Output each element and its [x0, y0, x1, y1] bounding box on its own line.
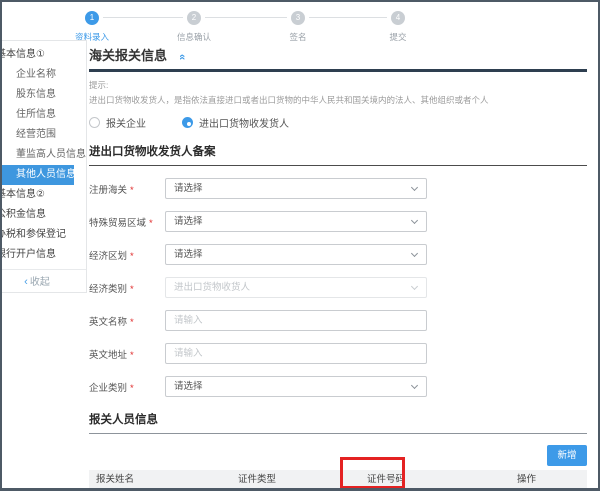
- radio-import-export-consignee[interactable]: 进出口货物收发货人: [182, 115, 289, 130]
- registered-customs-select[interactable]: 请选择: [165, 178, 427, 199]
- column-header-id-number: 证件号码: [367, 470, 405, 490]
- field-label: 英文地址: [89, 350, 127, 361]
- hint-label: 提示:: [89, 79, 587, 91]
- step-3-circle: 3: [291, 11, 305, 25]
- progress-stepper: 1 2 3 4 资料录入 信息确认 签名 提交: [2, 2, 598, 46]
- step-4-label: 提交: [358, 31, 438, 43]
- step-connector: [309, 17, 387, 18]
- radio-label: 报关企业: [106, 115, 146, 130]
- personnel-table-header: 报关姓名 证件类型 证件号码 操作: [89, 470, 587, 490]
- section-title-declaration-personnel: 报关人员信息: [89, 411, 587, 434]
- step-1-circle: 1: [85, 11, 99, 25]
- economic-zone-select[interactable]: 请选择: [165, 244, 427, 265]
- sidebar-item-business-scope[interactable]: 经营范围: [0, 125, 86, 145]
- chevron-down-icon: [411, 217, 418, 224]
- radio-unchecked-icon: [89, 117, 100, 128]
- main-content: 海关报关信息 « 提示: 进出口货物收发货人，是指依法直接进口或者出口货物的中华…: [89, 48, 587, 491]
- step-4-circle: 4: [391, 11, 405, 25]
- field-row-english-address: 英文地址*: [89, 343, 587, 364]
- required-asterisk: *: [130, 317, 134, 328]
- section-title-consignee-filing: 进出口货物收发货人备案: [89, 143, 587, 166]
- sidebar-item-address[interactable]: 住所信息: [0, 105, 86, 125]
- sidebar-nav: 基本信息① 企业名称 股东信息 住所信息 经营范围 董监高人员信息 其他人员信息…: [0, 40, 87, 293]
- radio-checked-icon: [182, 117, 193, 128]
- chevron-down-icon: [411, 184, 418, 191]
- field-label: 特殊贸易区域: [89, 218, 146, 229]
- step-connector: [205, 17, 287, 18]
- step-2-circle: 2: [187, 11, 201, 25]
- sidebar-item-other-personnel[interactable]: 其他人员信息: [0, 165, 74, 185]
- sidebar-collapse-label: 收起: [30, 277, 50, 288]
- field-label: 企业类别: [89, 383, 127, 394]
- sidebar-item-basic-info-1[interactable]: 基本信息①: [0, 45, 86, 65]
- enterprise-category-select[interactable]: 请选择: [165, 376, 427, 397]
- field-label: 英文名称: [89, 317, 127, 328]
- step-connector: [103, 17, 183, 18]
- column-header-declarant-name: 报关姓名: [96, 470, 134, 490]
- step-3-label: 签名: [258, 31, 338, 43]
- special-trade-zone-select[interactable]: 请选择: [165, 211, 427, 232]
- required-asterisk: *: [149, 218, 153, 229]
- radio-label: 进出口货物收发货人: [199, 115, 289, 130]
- field-label: 经济类别: [89, 284, 127, 295]
- chevron-left-icon: ‹: [24, 276, 28, 288]
- sidebar-item-housing-fund[interactable]: 公积金信息: [0, 205, 86, 225]
- required-asterisk: *: [130, 185, 134, 196]
- sidebar-item-executives[interactable]: 董监高人员信息: [0, 145, 86, 165]
- title-divider: [89, 69, 587, 72]
- required-asterisk: *: [130, 350, 134, 361]
- chevron-down-icon: [411, 382, 418, 389]
- chevron-down-icon: [411, 250, 418, 257]
- entity-type-radio-group: 报关企业 进出口货物收发货人: [89, 115, 587, 130]
- field-row-enterprise-category: 企业类别* 请选择: [89, 376, 587, 397]
- sidebar-divider: [0, 269, 86, 270]
- radio-customs-enterprise[interactable]: 报关企业: [89, 115, 146, 130]
- required-asterisk: *: [130, 251, 134, 262]
- sidebar-collapse-button[interactable]: ‹收起: [0, 272, 86, 292]
- hint-text: 进出口货物收发货人，是指依法直接进口或者出口货物的中华人民共和国关境内的法人、其…: [89, 94, 587, 106]
- field-row-registered-customs: 注册海关* 请选择: [89, 178, 587, 199]
- sidebar-item-company-name[interactable]: 企业名称: [0, 65, 86, 85]
- english-address-input[interactable]: [165, 343, 427, 364]
- column-header-actions: 操作: [517, 470, 536, 490]
- field-label: 注册海关: [89, 185, 127, 196]
- add-button[interactable]: 新增: [547, 445, 587, 466]
- field-label: 经济区划: [89, 251, 127, 262]
- english-name-input[interactable]: [165, 310, 427, 331]
- required-asterisk: *: [130, 383, 134, 394]
- sidebar-item-basic-info-2[interactable]: 基本信息②: [0, 185, 86, 205]
- sidebar-item-shareholder[interactable]: 股东信息: [0, 85, 86, 105]
- sidebar-item-tax-insurance[interactable]: 办税和参保登记: [0, 225, 86, 245]
- registration-window: 1 2 3 4 资料录入 信息确认 签名 提交 基本信息① 企业名称 股东信息 …: [0, 0, 600, 491]
- sidebar-item-bank-account[interactable]: 银行开户信息: [0, 245, 86, 265]
- section-collapse-icon[interactable]: «: [175, 54, 191, 60]
- chevron-down-icon: [411, 283, 418, 290]
- economic-category-select: 进出口货物收货人: [165, 277, 427, 298]
- field-row-english-name: 英文名称*: [89, 310, 587, 331]
- page-title: 海关报关信息: [89, 48, 167, 63]
- step-2-label: 信息确认: [154, 31, 234, 43]
- required-asterisk: *: [130, 284, 134, 295]
- field-row-economic-zone: 经济区划* 请选择: [89, 244, 587, 265]
- column-header-id-type: 证件类型: [238, 470, 276, 490]
- field-row-special-trade-zone: 特殊贸易区域* 请选择: [89, 211, 587, 232]
- field-row-economic-category: 经济类别* 进出口货物收货人: [89, 277, 587, 298]
